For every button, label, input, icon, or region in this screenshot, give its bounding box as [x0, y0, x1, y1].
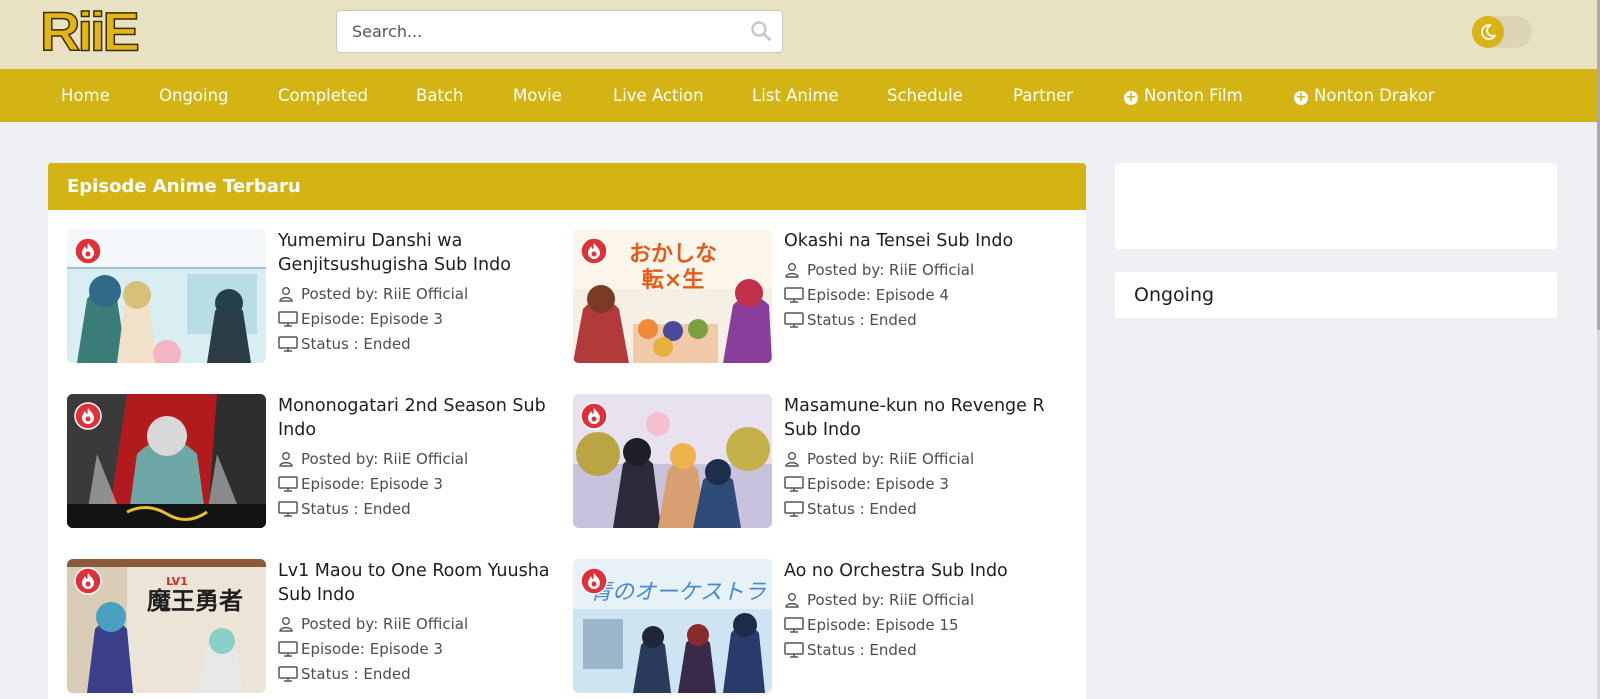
svg-text:おかしな: おかしな	[629, 242, 717, 267]
post-card[interactable]: Mononogatari 2nd Season Sub Indo Posted …	[67, 394, 567, 534]
nav-item-nonton-drakor[interactable]: + Nonton Drakor	[1294, 69, 1435, 122]
monitor-icon	[784, 287, 804, 303]
post-thumbnail[interactable]	[67, 394, 266, 528]
nav-item-batch[interactable]: Batch	[416, 69, 463, 122]
post-card[interactable]: Masamune-kun no Revenge R Sub Indo Poste…	[573, 394, 1073, 534]
user-icon	[279, 617, 293, 632]
svg-text:青のオーケストラ: 青のオーケストラ	[590, 580, 766, 605]
hot-badge-icon	[74, 567, 102, 595]
monitor-icon	[784, 476, 804, 492]
post-title[interactable]: Lv1 Maou to One Room Yuusha Sub Indo	[278, 559, 563, 607]
monitor-icon	[784, 501, 804, 517]
post-thumbnail[interactable]: おかしな 転×生	[573, 229, 772, 363]
monitor-icon	[784, 617, 804, 633]
moon-icon	[1481, 24, 1496, 40]
dark-mode-toggle[interactable]	[1472, 16, 1532, 48]
post-title[interactable]: Mononogatari 2nd Season Sub Indo	[278, 394, 563, 442]
post-thumbnail[interactable]: LV1 魔王勇者	[67, 559, 266, 693]
hot-badge-icon	[580, 567, 608, 595]
plus-circle-icon: +	[1124, 90, 1138, 105]
monitor-icon	[278, 666, 298, 682]
user-icon	[279, 452, 293, 467]
toggle-knob	[1472, 16, 1504, 48]
nav-item-schedule[interactable]: Schedule	[887, 69, 963, 122]
panel-header: Episode Anime Terbaru	[48, 163, 1086, 210]
plus-circle-icon: +	[1294, 90, 1308, 105]
nav-item-ongoing[interactable]: Ongoing	[159, 69, 229, 122]
sidebar-ongoing-widget: Ongoing	[1115, 272, 1557, 318]
post-title[interactable]: Masamune-kun no Revenge R Sub Indo	[784, 394, 1069, 442]
post-thumbnail[interactable]: 青のオーケストラ	[573, 559, 772, 693]
nav-item-movie[interactable]: Movie	[513, 69, 562, 122]
search-icon[interactable]	[750, 20, 772, 42]
svg-text:転×生: 転×生	[642, 267, 704, 293]
latest-episodes-panel: Episode Anime Terbaru Yumemiru Danshi wa…	[48, 163, 1086, 699]
nav-item-live-action[interactable]: Live Action	[613, 69, 704, 122]
nav-item-home[interactable]: Home	[61, 69, 110, 122]
post-card[interactable]: Yumemiru Danshi wa Genjitsushugisha Sub …	[67, 229, 567, 369]
site-logo[interactable]: RiiE	[39, 3, 140, 59]
monitor-icon	[784, 642, 804, 658]
hot-badge-icon	[580, 237, 608, 265]
nav-item-partner[interactable]: Partner	[1013, 69, 1073, 122]
monitor-icon	[278, 336, 298, 352]
sidebar-ongoing-title: Ongoing	[1134, 284, 1215, 306]
post-card[interactable]: LV1 魔王勇者 Lv1 Maou to One Room Yuusha Sub…	[67, 559, 567, 699]
hot-badge-icon	[74, 402, 102, 430]
main-nav: Home Ongoing Completed Batch Movie Live …	[0, 69, 1597, 122]
user-icon	[785, 263, 799, 278]
post-thumbnail[interactable]	[573, 394, 772, 528]
panel-title: Episode Anime Terbaru	[67, 176, 301, 197]
svg-text:魔王勇者: 魔王勇者	[147, 587, 243, 615]
nav-item-nonton-film[interactable]: + Nonton Film	[1124, 69, 1243, 122]
post-title[interactable]: Ao no Orchestra Sub Indo	[784, 559, 1069, 583]
monitor-icon	[278, 476, 298, 492]
hot-badge-icon	[74, 237, 102, 265]
search-input[interactable]	[337, 11, 737, 52]
user-icon	[279, 287, 293, 302]
post-title[interactable]: Okashi na Tensei Sub Indo	[784, 229, 1069, 253]
nav-item-completed[interactable]: Completed	[278, 69, 368, 122]
site-header: RiiE	[0, 0, 1600, 69]
user-icon	[785, 593, 799, 608]
monitor-icon	[278, 311, 298, 327]
hot-badge-icon	[580, 402, 608, 430]
monitor-icon	[278, 641, 298, 657]
monitor-icon	[278, 501, 298, 517]
search-box[interactable]	[336, 10, 783, 53]
user-icon	[785, 452, 799, 467]
monitor-icon	[784, 312, 804, 328]
post-thumbnail[interactable]	[67, 229, 266, 363]
post-title[interactable]: Yumemiru Danshi wa Genjitsushugisha Sub …	[278, 229, 563, 277]
nav-item-list-anime[interactable]: List Anime	[752, 69, 839, 122]
post-card[interactable]: おかしな 転×生 Okashi na Tensei Sub Indo Poste…	[573, 229, 1073, 369]
post-card[interactable]: 青のオーケストラ Ao no Orchestra Sub Indo Posted…	[573, 559, 1073, 699]
sidebar-widget	[1115, 163, 1557, 249]
